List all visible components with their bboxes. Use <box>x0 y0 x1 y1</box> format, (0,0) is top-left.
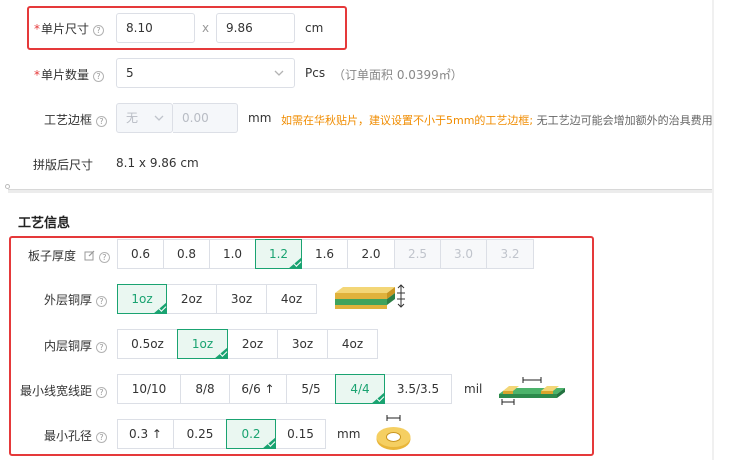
inner-copper-option-0.5oz[interactable]: 0.5oz <box>117 329 178 359</box>
trace-option-6-6[interactable]: 6/6 ↑ <box>229 374 287 404</box>
outer-copper-option-2oz[interactable]: 2oz <box>166 284 217 314</box>
help-icon[interactable]: ? <box>96 387 108 398</box>
thickness-option-1.0[interactable]: 1.0 <box>209 239 256 269</box>
hole-option-0.25[interactable]: 0.25 <box>173 419 227 449</box>
hole-unit: mm <box>337 427 361 441</box>
hole-option-0.2[interactable]: 0.2 <box>226 419 276 449</box>
help-icon[interactable]: ? <box>96 116 108 127</box>
edit-icon[interactable] <box>84 250 95 261</box>
thickness-option-3.0[interactable]: 3.0 <box>440 239 487 269</box>
thickness-option-2.5[interactable]: 2.5 <box>394 239 441 269</box>
thickness-option-0.6[interactable]: 0.6 <box>117 239 164 269</box>
qty-label: *单片数量? <box>34 66 105 83</box>
trace-option-3.5-3.5[interactable]: 3.5/3.5 <box>384 374 452 404</box>
order-area-note: （订单面积 0.0399㎡） <box>333 68 463 82</box>
hole-option-0.3[interactable]: 0.3 ↑ <box>117 419 174 449</box>
frame-note-gray: 无工艺边可能会增加额外的治具费用 <box>533 114 713 127</box>
thickness-label: 板子厚度 ? <box>28 247 110 264</box>
selected-check-icon <box>371 392 385 404</box>
hole-ring-icon <box>376 415 411 450</box>
required-mark: * <box>34 22 40 36</box>
help-icon[interactable]: ? <box>98 252 110 263</box>
thickness-option-1.6[interactable]: 1.6 <box>301 239 348 269</box>
frame-width-input[interactable]: 0.00 <box>173 103 238 133</box>
help-icon[interactable]: ? <box>93 25 105 36</box>
hole-label: 最小孔径? <box>44 427 108 444</box>
help-icon[interactable]: ? <box>96 342 108 353</box>
chevron-down-icon <box>274 70 284 76</box>
selected-check-icon <box>153 302 167 314</box>
size-unit: cm <box>305 21 324 35</box>
trace-option-4-4[interactable]: 4/4 <box>335 374 385 404</box>
thickness-option-1.2[interactable]: 1.2 <box>255 239 302 269</box>
size-label: *单片尺寸? <box>34 20 105 37</box>
frame-select[interactable]: 无 <box>116 103 173 133</box>
drag-handle-icon[interactable] <box>5 184 10 189</box>
section-divider <box>8 189 712 193</box>
frame-note: 如需在华秋贴片，建议设置不小于5mm的工艺边框; 无工艺边可能会增加额外的治具费… <box>281 112 713 128</box>
selected-check-icon <box>288 257 302 269</box>
thickness-option-3.2[interactable]: 3.2 <box>486 239 534 269</box>
panel-size-label: 拼版后尺寸 <box>33 158 94 172</box>
outer-copper-option-1oz[interactable]: 1oz <box>117 284 167 314</box>
trace-label: 最小线宽线距? <box>20 382 108 399</box>
width-input[interactable]: 8.10 <box>116 13 195 43</box>
selected-check-icon <box>214 347 228 359</box>
frame-unit: mm <box>248 111 272 125</box>
required-mark: * <box>34 68 40 82</box>
panel-size-value: 8.1 x 9.86 cm <box>116 156 199 170</box>
thickness-option-0.8[interactable]: 0.8 <box>163 239 210 269</box>
frame-note-warning: 如需在华秋贴片，建议设置不小于5mm的工艺边框; <box>281 114 534 127</box>
thickness-option-2.0[interactable]: 2.0 <box>347 239 395 269</box>
selected-check-icon <box>262 437 276 449</box>
trace-spacing-icon <box>499 377 565 405</box>
height-input[interactable]: 9.86 <box>216 13 295 43</box>
frame-select-value: 无 <box>126 111 139 125</box>
layer-thickness-icon <box>335 284 405 309</box>
trace-option-10-10[interactable]: 10/10 <box>117 374 181 404</box>
scrollbar[interactable] <box>712 0 714 460</box>
inner-copper-label: 内层铜厚? <box>44 337 108 354</box>
section-title: 工艺信息 <box>18 216 71 231</box>
trace-option-5-5[interactable]: 5/5 <box>286 374 336 404</box>
frame-label: 工艺边框? <box>44 111 108 128</box>
inner-copper-option-1oz[interactable]: 1oz <box>177 329 228 359</box>
chevron-down-icon <box>154 115 164 121</box>
trace-option-8-8[interactable]: 8/8 <box>180 374 230 404</box>
inner-copper-option-4oz[interactable]: 4oz <box>327 329 378 359</box>
inner-copper-option-3oz[interactable]: 3oz <box>277 329 328 359</box>
outer-copper-option-4oz[interactable]: 4oz <box>266 284 317 314</box>
inner-copper-option-2oz[interactable]: 2oz <box>227 329 278 359</box>
qty-select[interactable]: 5 <box>116 58 295 88</box>
help-icon[interactable]: ? <box>93 71 105 82</box>
hole-option-0.15[interactable]: 0.15 <box>275 419 326 449</box>
size-x-separator: x <box>202 21 210 35</box>
help-icon[interactable]: ? <box>96 432 108 443</box>
qty-select-value: 5 <box>126 66 134 80</box>
outer-copper-label: 外层铜厚? <box>44 291 108 308</box>
outer-copper-option-3oz[interactable]: 3oz <box>216 284 267 314</box>
qty-unit: Pcs <box>305 66 326 80</box>
help-icon[interactable]: ? <box>96 296 108 307</box>
trace-unit: mil <box>464 382 483 396</box>
